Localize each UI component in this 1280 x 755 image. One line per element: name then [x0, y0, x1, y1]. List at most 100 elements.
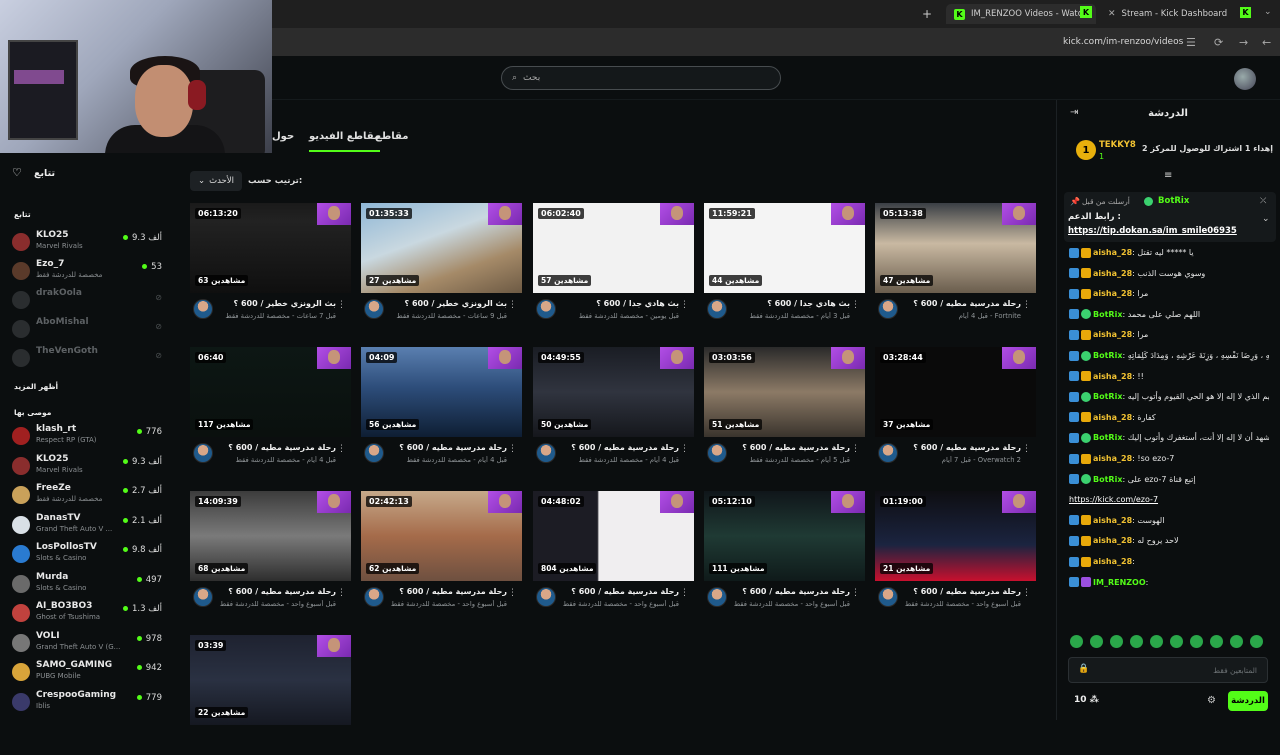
sidebar-channel[interactable]: Ezo_7 مخصصة للدردشة فقط 53 [12, 256, 162, 284]
chat-username[interactable]: aisha_28 [1093, 557, 1132, 566]
sidebar-channel[interactable]: SAMO_GAMING PUBG Mobile 942 [12, 657, 162, 685]
chat-username[interactable]: BotRix [1093, 392, 1122, 401]
send-chat-button[interactable]: الدردشة [1228, 691, 1268, 711]
more-options-icon[interactable]: ⋮ [680, 444, 689, 454]
sidebar-channel[interactable]: VOLI Grand Theft Auto V (G... 978 [12, 628, 162, 656]
back-icon[interactable]: ← [1262, 36, 1271, 49]
emote-icon[interactable] [1250, 635, 1263, 648]
video-thumbnail[interactable]: 06:13:20 63 مشاهدين [190, 203, 351, 293]
channel-avatar[interactable] [707, 587, 727, 607]
more-options-icon[interactable]: ⋮ [1022, 300, 1031, 310]
pin-link[interactable]: https://tip.dokan.sa/im_smile06935 [1068, 226, 1237, 236]
chat-input[interactable]: المتابعين فقط [1068, 657, 1268, 683]
video-thumbnail[interactable]: 03:28:44 37 مشاهدين [875, 347, 1036, 437]
video-title[interactable]: رحلة مدرسية مطيه / 600 ؟ [561, 443, 679, 452]
video-title[interactable]: رحلة مدرسية مطيه / 600 ؟ [389, 443, 507, 452]
browser-tab-dashboard[interactable]: ✕ Stream - Kick Dashboard [1108, 4, 1227, 24]
channel-points[interactable]: 10 ⁂ [1074, 695, 1099, 705]
more-options-icon[interactable]: ⋮ [508, 588, 517, 598]
video-card[interactable]: 03:39 22 مشاهدين [190, 635, 351, 755]
video-card[interactable]: 05:12:10 111 مشاهدين رحلة مدرسية مطيه / 60… [704, 491, 865, 611]
video-title[interactable]: رحلة مدرسية مطيه / 600 ؟ [732, 587, 850, 596]
emote-icon[interactable] [1210, 635, 1223, 648]
emote-icon[interactable] [1230, 635, 1243, 648]
chat-username[interactable]: BotRix [1093, 433, 1122, 442]
sidebar-channel[interactable]: FreeZe مخصصة للدردشة فقط 2.7 ألف [12, 480, 162, 508]
channel-avatar[interactable] [707, 443, 727, 463]
video-title[interactable]: رحلة مدرسية مطيه / 600 ؟ [561, 587, 679, 596]
unpin-icon[interactable]: ⤫ [1260, 196, 1266, 206]
new-tab-button[interactable]: + [922, 7, 932, 21]
video-thumbnail[interactable]: 06:40 117 مشاهدين [190, 347, 351, 437]
video-card[interactable]: 06:13:20 63 مشاهدين بث الرونزي خطير / 600 … [190, 203, 351, 323]
emote-icon[interactable] [1150, 635, 1163, 648]
sidebar-channel[interactable]: AboMishal ⊘ [12, 314, 162, 342]
channel-avatar[interactable] [878, 299, 898, 319]
channel-avatar[interactable] [707, 299, 727, 319]
channel-avatar[interactable] [536, 299, 556, 319]
video-thumbnail[interactable]: 06:02:40 57 مشاهدين [533, 203, 694, 293]
chat-username[interactable]: aisha_28 [1093, 269, 1132, 278]
video-title[interactable]: بث هادي جدا / 600 ؟ [732, 299, 850, 308]
video-title[interactable]: رحلة مدرسية مطيه / 600 ؟ [903, 443, 1021, 452]
sidebar-channel[interactable]: CrespooGaming Iblis 779 [12, 687, 162, 715]
channel-avatar[interactable] [193, 443, 213, 463]
video-thumbnail[interactable]: 05:13:38 47 مشاهدين [875, 203, 1036, 293]
chat-username[interactable]: IM_RENZOO [1093, 578, 1146, 587]
video-thumbnail[interactable]: 03:39 22 مشاهدين [190, 635, 351, 725]
video-title[interactable]: رحلة مدرسية مطيه / 600 ؟ [903, 299, 1021, 308]
video-card[interactable]: 04:48:02 804 مشاهدين رحلة مدرسية مطيه / 60… [533, 491, 694, 611]
sidebar-channel[interactable]: AI_BO3BO3 Ghost of Tsushima 1.3 ألف [12, 598, 162, 626]
video-card[interactable]: 03:03:56 51 مشاهدين رحلة مدرسية مطيه / 600… [704, 347, 865, 467]
more-options-icon[interactable]: ⋮ [508, 444, 517, 454]
reload-icon[interactable]: ⟳ [1214, 36, 1223, 49]
more-options-icon[interactable]: ⋮ [508, 300, 517, 310]
emote-icon[interactable] [1130, 635, 1143, 648]
chat-username[interactable]: aisha_28 [1093, 372, 1132, 381]
sort-dropdown[interactable]: ⌄ الأحدث [190, 171, 242, 191]
video-thumbnail[interactable]: 14:09:39 68 مشاهدين [190, 491, 351, 581]
pin-sender[interactable]: BotRix [1158, 196, 1189, 206]
user-avatar[interactable] [1234, 68, 1256, 90]
chat-username[interactable]: aisha_28 [1093, 454, 1132, 463]
video-card[interactable]: 02:42:13 62 مشاهدين رحلة مدرسية مطيه / 600… [361, 491, 522, 611]
video-card[interactable]: 11:59:21 44 مشاهدين بث هادي جدا / 600 ؟ قبل… [704, 203, 865, 323]
video-title[interactable]: رحلة مدرسية مطيه / 600 ؟ [218, 443, 336, 452]
tab-videos[interactable]: مقاطع الفيديو [309, 131, 381, 152]
filter-icon[interactable]: ≡ [1164, 170, 1172, 181]
chat-username[interactable]: aisha_28 [1093, 516, 1132, 525]
show-more-link[interactable]: أظهر المزيد [14, 382, 58, 391]
video-card[interactable]: 05:13:38 47 مشاهدين رحلة مدرسية مطيه / 600… [875, 203, 1036, 323]
more-options-icon[interactable]: ⋮ [680, 300, 689, 310]
more-options-icon[interactable]: ⋮ [337, 300, 346, 310]
chevron-down-icon[interactable]: ⌄ [1264, 7, 1272, 17]
video-title[interactable]: بث هادي جدا / 600 ؟ [561, 299, 679, 308]
chat-username[interactable]: BotRix [1093, 475, 1122, 484]
video-title[interactable]: رحلة مدرسية مطيه / 600 ؟ [903, 587, 1021, 596]
video-card[interactable]: 14:09:39 68 مشاهدين رحلة مدرسية مطيه / 600… [190, 491, 351, 611]
sidebar-channel[interactable]: drakOola ⊘ [12, 285, 162, 313]
more-options-icon[interactable]: ⋮ [680, 588, 689, 598]
video-thumbnail[interactable]: 01:35:33 27 مشاهدين [361, 203, 522, 293]
video-thumbnail[interactable]: 11:59:21 44 مشاهدين [704, 203, 865, 293]
chat-username[interactable]: BotRix [1093, 310, 1122, 319]
video-thumbnail[interactable]: 04:49:55 50 مشاهدين [533, 347, 694, 437]
sidebar-channel[interactable]: KLO25 Marvel Rivals 9.3 ألف [12, 227, 162, 255]
channel-avatar[interactable] [364, 299, 384, 319]
video-title[interactable]: بث الرونزي خطير / 600 ؟ [389, 299, 507, 308]
channel-avatar[interactable] [364, 443, 384, 463]
tune-icon[interactable]: ☰ [1186, 36, 1196, 49]
chat-username[interactable]: aisha_28 [1093, 413, 1132, 422]
search-input[interactable]: ⌕ بحث [501, 66, 781, 90]
video-card[interactable]: 03:28:44 37 مشاهدين رحلة مدرسية مطيه / 600… [875, 347, 1036, 467]
video-thumbnail[interactable]: 04:09 56 مشاهدين [361, 347, 522, 437]
chevron-down-icon[interactable]: ⌄ [1262, 214, 1270, 224]
channel-avatar[interactable] [364, 587, 384, 607]
more-options-icon[interactable]: ⋮ [1022, 588, 1031, 598]
chat-username[interactable]: aisha_28 [1093, 248, 1132, 257]
channel-avatar[interactable] [536, 587, 556, 607]
chat-username[interactable]: aisha_28 [1093, 330, 1132, 339]
sidebar-channel[interactable]: klash_rt Respect RP (GTA) 776 [12, 421, 162, 449]
video-title[interactable]: بث الرونزي خطير / 600 ؟ [218, 299, 336, 308]
forward-icon[interactable]: → [1239, 36, 1248, 49]
